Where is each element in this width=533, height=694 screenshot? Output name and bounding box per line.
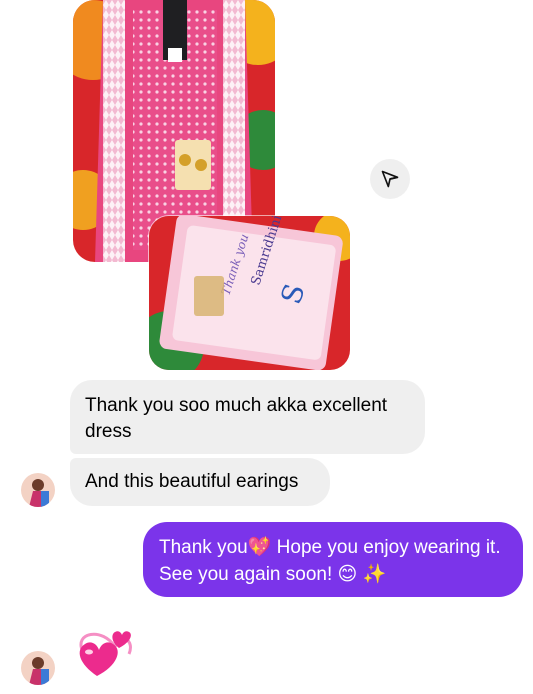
smiling-face-emoji: 😊 — [337, 563, 358, 585]
avatar[interactable] — [21, 651, 55, 685]
sparkles-emoji: ✨ — [362, 563, 387, 585]
avatar-image — [21, 473, 55, 507]
share-button[interactable] — [370, 159, 410, 199]
incoming-message[interactable]: And this beautiful earings — [70, 458, 330, 506]
avatar[interactable] — [21, 473, 55, 507]
revolving-hearts-emoji[interactable] — [73, 622, 135, 682]
incoming-message[interactable]: Thank you soo much akka excellent dress — [70, 380, 425, 454]
hearts-icon — [79, 631, 132, 676]
sparkling-heart-emoji: 💖 — [247, 536, 272, 558]
earrings-packet-image: S Samridhini Thank you — [149, 216, 350, 370]
paper-plane-icon — [381, 170, 399, 188]
avatar-image — [21, 651, 55, 685]
earrings-packet-photo[interactable]: S Samridhini Thank you — [149, 216, 350, 370]
message-text: Thank you — [159, 537, 248, 558]
outgoing-message[interactable]: Thank you💖 Hope you enjoy wearing it. Se… — [143, 522, 523, 597]
